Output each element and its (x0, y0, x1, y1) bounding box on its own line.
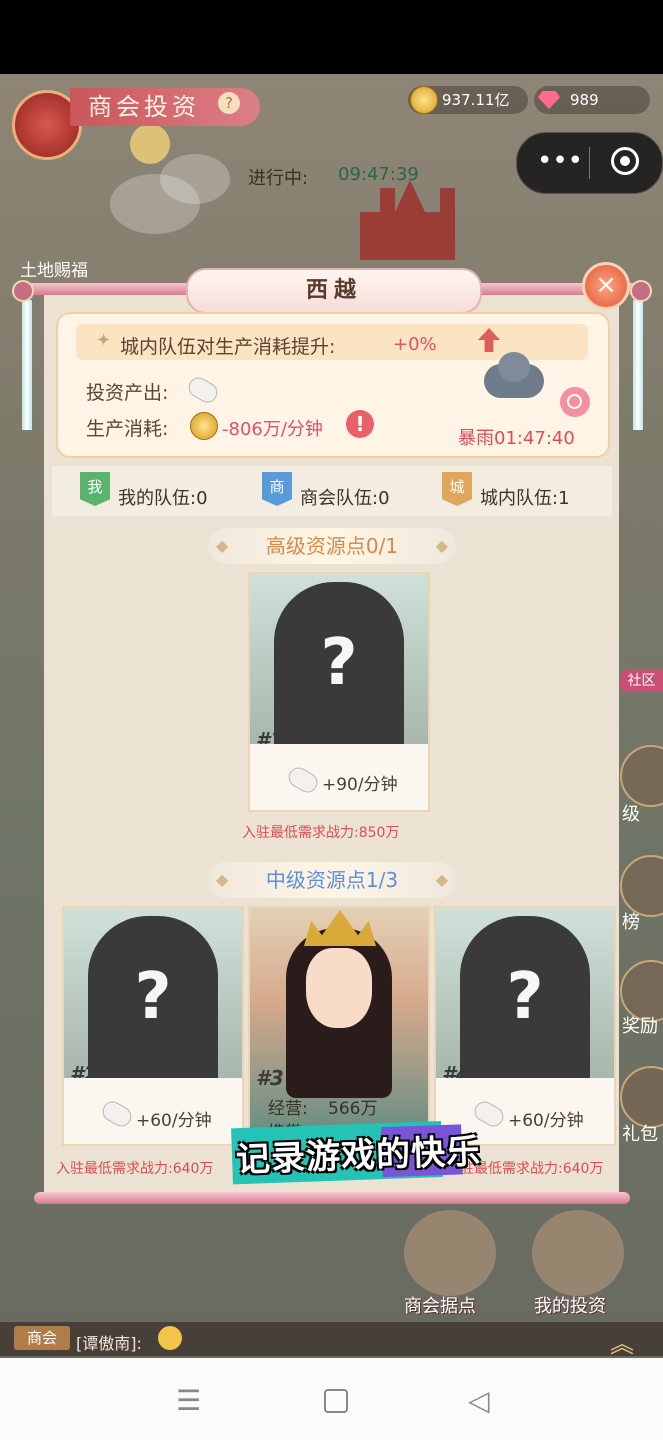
progress-label: 进行中: (248, 168, 309, 189)
high-section-title: ◆ 高级资源点0/1 ◆ (208, 528, 456, 564)
weather-timer: 暴雨01:47:40 (458, 428, 575, 449)
close-miniprogram-icon[interactable] (611, 147, 639, 175)
side-label-gift: 礼包 (622, 1124, 658, 1145)
resource-card-2[interactable]: ? #2 +60/分钟 (62, 906, 244, 1146)
community-button[interactable]: 社区 (620, 670, 663, 692)
boost-label: 城内队伍对生产消耗提升: (120, 336, 336, 358)
sparkle-icon: ✦ (96, 330, 112, 351)
gem-counter: 989 (534, 86, 650, 114)
card-rate: +60/分钟 (136, 1111, 212, 1131)
progress-timer: 09:47:39 (338, 164, 419, 185)
expand-up-icon[interactable]: ︽ (610, 1324, 634, 1359)
city-name: 西越 (186, 268, 482, 314)
card-rate: +60/分钟 (508, 1111, 584, 1131)
guild-team-badge: 商 (262, 472, 292, 506)
chat-channel-tag: 商会 (14, 1326, 70, 1350)
mid-section-label: 中级资源点1/3 (265, 868, 399, 892)
card-image: ? #1 (250, 574, 428, 744)
close-icon[interactable]: × (582, 262, 630, 310)
portrait-crown (304, 910, 376, 946)
gold-value: 937.11亿 (442, 91, 510, 109)
question-icon: ? (506, 960, 544, 1034)
chevron-left-icon: ◆ (216, 536, 229, 555)
resource-card-3[interactable]: #3 经营: 566万 携带: 8.86亿 (248, 906, 430, 1146)
gold-coin-icon (190, 412, 218, 440)
occupant-portrait: #3 经营: 566万 携带: 8.86亿 (250, 908, 428, 1144)
scroll-end-left (12, 280, 34, 302)
status-bar (0, 0, 663, 74)
subtitle-text: 记录游戏的快乐 (235, 1131, 482, 1181)
chevron-left-icon: ◆ (216, 870, 229, 889)
my-investment-label: 我的投资 (534, 1296, 606, 1317)
city-team-badge: 城 (442, 472, 472, 506)
search-icon[interactable] (560, 387, 590, 417)
capsule-divider (589, 147, 590, 179)
video-subtitle: 记录游戏的快乐 (231, 1114, 483, 1193)
manage-label: 经营: (268, 1099, 308, 1119)
resource-card-1[interactable]: ? #1 +90/分钟 (248, 572, 430, 812)
card-number: #2 (70, 1062, 98, 1078)
portrait-face (306, 948, 372, 1028)
map-left-label[interactable]: 土地赐福 (20, 256, 88, 281)
scroll-pole-right (633, 300, 643, 430)
resource-bone-icon (99, 1097, 135, 1131)
side-label-reward: 奖励 (622, 1016, 658, 1037)
card-image: ? #4 (436, 908, 614, 1078)
chevron-right-icon: ◆ (435, 536, 448, 555)
scroll-pole-left (22, 300, 32, 430)
gem-icon (538, 91, 560, 109)
high-section-label: 高级资源点0/1 (265, 534, 399, 558)
menu-icon[interactable]: ☰ (176, 1384, 201, 1417)
guild-team-count[interactable]: 商会队伍:0 (300, 484, 390, 510)
guild-base-label: 商会据点 (404, 1296, 476, 1317)
question-icon[interactable]: ? (218, 92, 240, 114)
card-requirement: 入驻最低需求战力:640万 (56, 1161, 214, 1177)
card-number: #4 (442, 1062, 470, 1078)
more-menu-icon[interactable]: ••• (537, 148, 583, 174)
side-label-rank: 榜 (622, 912, 640, 933)
gem-value: 989 (570, 91, 599, 109)
gold-coin-icon (410, 86, 438, 114)
question-icon: ? (320, 626, 358, 700)
warning-icon[interactable]: ! (346, 410, 374, 438)
consume-label: 生产消耗: (86, 418, 169, 440)
output-label: 投资产出: (86, 382, 169, 404)
mid-section-title: ◆ 中级资源点1/3 ◆ (208, 862, 456, 898)
miniprogram-capsule: ••• (516, 132, 663, 194)
chat-message: [谭傲南]: (76, 1334, 142, 1353)
emoji-icon (158, 1326, 182, 1350)
card-rate: +90/分钟 (322, 775, 398, 795)
igloo-decoration (160, 154, 230, 204)
guild-base-button[interactable] (404, 1210, 496, 1296)
question-icon: ? (134, 960, 172, 1034)
resource-card-4[interactable]: ? #4 +60/分钟 (434, 906, 616, 1146)
city-team-count[interactable]: 城内队伍:1 (480, 484, 570, 510)
card-number: #1 (256, 728, 284, 744)
boost-value: +0% (393, 334, 437, 355)
my-team-count[interactable]: 我的队伍:0 (118, 484, 208, 510)
back-icon[interactable]: ◁ (468, 1384, 490, 1417)
rain-cloud-icon (484, 352, 544, 398)
side-label-level: 级 (622, 804, 640, 825)
manage-value: 566万 (328, 1099, 378, 1119)
gold-counter: 937.11亿 (408, 86, 528, 114)
home-icon[interactable] (324, 1389, 348, 1413)
my-investment-button[interactable] (532, 1210, 624, 1296)
scroll-rod-bottom (34, 1192, 630, 1204)
card-image: ? #2 (64, 908, 242, 1078)
card-requirement: 入驻最低需求战力:850万 (242, 825, 400, 841)
card-number: #3 (256, 1066, 284, 1090)
sun-decoration (130, 124, 170, 164)
scroll-end-right (630, 280, 652, 302)
chevron-right-icon: ◆ (435, 870, 448, 889)
resource-bone-icon (285, 763, 321, 797)
consume-value: -806万/分钟 (222, 419, 323, 440)
my-team-badge: 我 (80, 472, 110, 506)
